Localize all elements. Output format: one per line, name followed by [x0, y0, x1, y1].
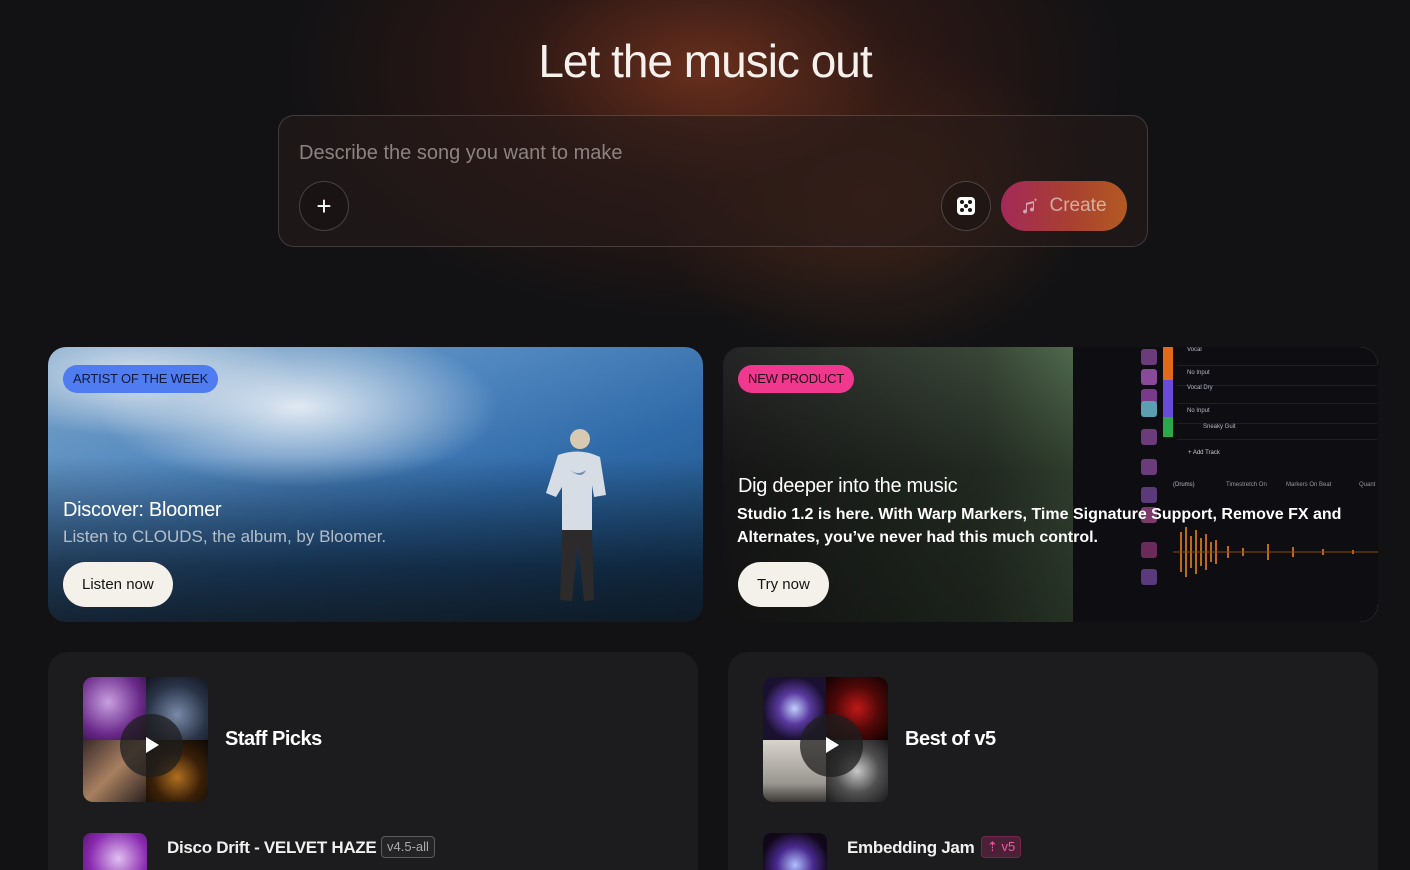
- song-prompt-box: + Create: [278, 115, 1148, 247]
- playlist-title: Best of v5: [905, 728, 996, 750]
- playlist-cover-mosaic: [83, 677, 208, 802]
- model-version-tag: ⇡ v5: [981, 836, 1022, 858]
- promo-description: Studio 1.2 is here. With Warp Markers, T…: [737, 506, 1342, 546]
- studio-screenshot: Vocal No Input Vocal Dry No Input Sneaky…: [1073, 347, 1378, 622]
- promo-subtitle: Listen to CLOUDS, the album, by Bloomer.: [63, 527, 387, 546]
- hero-title: Let the music out: [538, 35, 872, 87]
- promo-title: Dig deeper into the music: [738, 475, 958, 497]
- daw-input-label: No Input: [1187, 408, 1210, 414]
- artist-photo-figure: [546, 429, 606, 601]
- random-prompt-button[interactable]: [941, 181, 991, 231]
- song-title[interactable]: Disco Drift - VELVET HAZE: [167, 838, 377, 858]
- plus-icon: +: [316, 190, 332, 221]
- create-button-label: Create: [1049, 195, 1107, 216]
- new-product-badge: NEW PRODUCT: [738, 365, 855, 393]
- song-cover: [763, 833, 827, 870]
- new-product-card[interactable]: Vocal No Input Vocal Dry No Input Sneaky…: [723, 347, 1378, 622]
- create-button[interactable]: Create: [1001, 181, 1127, 231]
- daw-add-track-label: + Add Track: [1188, 450, 1220, 456]
- daw-drums-label: (Drums): [1173, 482, 1195, 488]
- daw-quant-label: Quant: [1359, 482, 1376, 488]
- play-icon: [146, 737, 160, 754]
- play-playlist-button[interactable]: [800, 714, 863, 777]
- play-icon: [826, 737, 840, 754]
- song-cover: [83, 833, 147, 870]
- song-description-input[interactable]: [299, 138, 1119, 168]
- daw-track-label: Sneaky Guit: [1203, 424, 1236, 430]
- playlist-title: Staff Picks: [225, 728, 322, 750]
- listen-now-button[interactable]: Listen now: [63, 562, 173, 607]
- daw-markers-label: Markers On Beat: [1286, 482, 1332, 488]
- daw-track-label: Vocal Dry: [1187, 385, 1213, 391]
- try-now-button[interactable]: Try now: [738, 562, 829, 607]
- daw-input-label: No Input: [1187, 370, 1210, 376]
- daw-track-label: Vocal: [1187, 347, 1202, 353]
- add-attachment-button[interactable]: +: [299, 181, 349, 231]
- artist-of-the-week-card[interactable]: ARTIST OF THE WEEK Discover: Bloomer Lis…: [48, 347, 703, 622]
- model-version-tag: v4.5-all: [381, 836, 435, 858]
- play-playlist-button[interactable]: [120, 714, 183, 777]
- playlist-cover-mosaic: [763, 677, 888, 802]
- upload-icon: ⇡: [987, 839, 1002, 854]
- playlist-card-staff-picks[interactable]: Staff Picks Disco Drift - VELVET HAZE v4…: [48, 652, 698, 870]
- music-note-sparkle-icon: [1023, 198, 1038, 214]
- playlist-card-best-of-v5[interactable]: Best of v5 Embedding Jam ⇡ v5: [728, 652, 1378, 870]
- song-title[interactable]: Embedding Jam: [847, 838, 975, 858]
- daw-timestretch-label: Timestretch On: [1226, 482, 1267, 488]
- promo-title: Discover: Bloomer: [63, 499, 222, 521]
- dice-icon: [957, 197, 975, 215]
- artist-of-the-week-badge: ARTIST OF THE WEEK: [63, 365, 219, 393]
